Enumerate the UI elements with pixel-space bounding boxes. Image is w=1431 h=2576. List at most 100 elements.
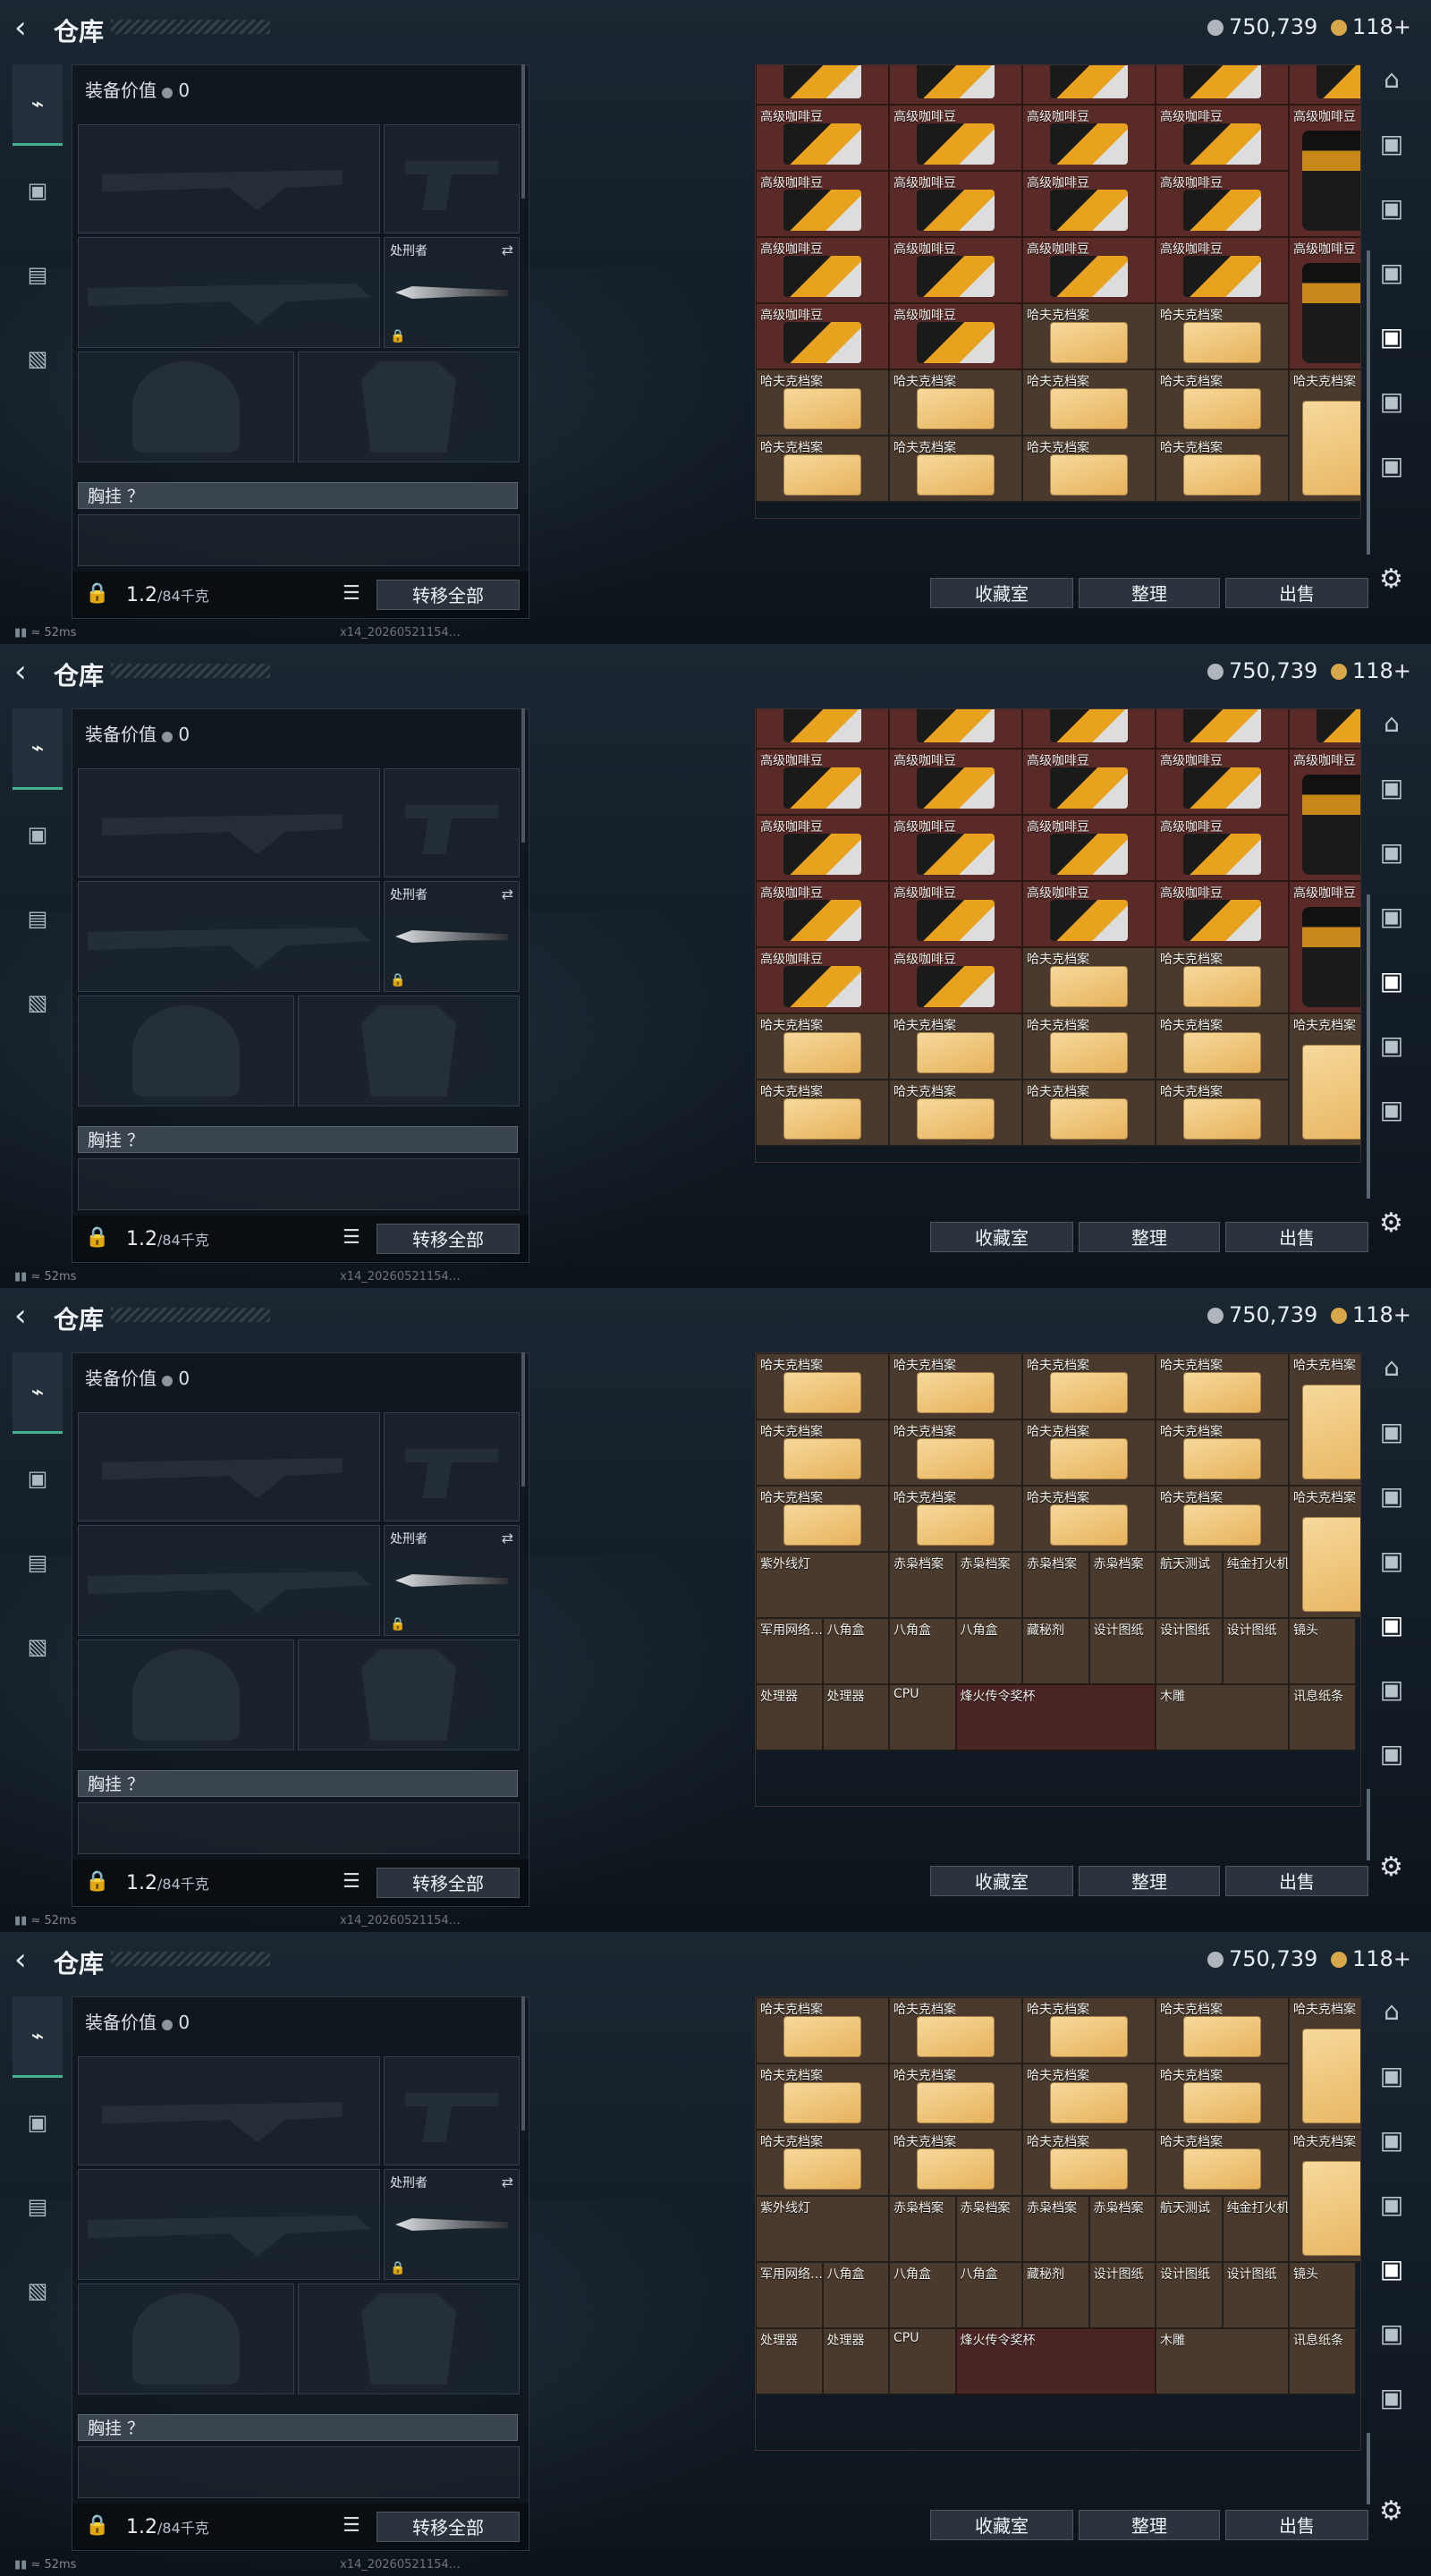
stash-item[interactable]: 高级咖啡豆 xyxy=(756,947,889,1013)
stash-scrollbar[interactable] xyxy=(1367,894,1370,1199)
stash-item[interactable]: 哈夫克档案 xyxy=(1156,1080,1289,1146)
container-icon[interactable]: ▣ xyxy=(1374,258,1410,288)
gear-icon[interactable]: ⚙ xyxy=(1379,1852,1403,1883)
primary-weapon-slot[interactable] xyxy=(78,1412,380,1521)
stash-item[interactable]: 高级咖啡豆 xyxy=(756,65,889,105)
tab-items[interactable]: ▤ xyxy=(13,235,63,314)
stash-item[interactable]: 哈夫克档案 xyxy=(1289,369,1360,502)
stash-item[interactable]: 哈夫克档案 xyxy=(1022,1080,1156,1146)
stash-scrollbar[interactable] xyxy=(1367,1789,1370,1860)
stash-item[interactable]: 哈夫克档案 xyxy=(1022,1353,1156,1419)
stash-item[interactable]: 处理器 xyxy=(756,1684,823,1750)
stash-item[interactable]: 高级咖啡豆 xyxy=(1156,749,1289,815)
stash-item[interactable]: 哈夫克档案 xyxy=(1022,947,1156,1013)
stash-item[interactable]: 处理器 xyxy=(822,1684,889,1750)
stash-item[interactable]: 哈夫克档案 xyxy=(756,1997,889,2063)
stash-item[interactable]: 八角盒 xyxy=(889,1618,956,1684)
stash-item[interactable]: 烽火传令奖杯 xyxy=(955,1684,1156,1750)
stash-item[interactable]: 高级咖啡豆 xyxy=(1022,105,1156,171)
tab-weapons[interactable]: ⌁ xyxy=(13,1352,63,1434)
armor-slot[interactable] xyxy=(298,1640,520,1750)
stash-item[interactable]: 哈夫克档案 xyxy=(1156,947,1289,1013)
stash-item[interactable]: 八角盒 xyxy=(822,2262,889,2328)
gear-icon[interactable]: ⚙ xyxy=(1379,1208,1403,1239)
stash-item[interactable]: 设计图纸 xyxy=(1088,2262,1156,2328)
swap-icon[interactable]: ⇄ xyxy=(502,242,513,258)
stash-item[interactable]: 紫外线灯 xyxy=(756,1552,889,1618)
gear-icon[interactable]: ⚙ xyxy=(1379,2496,1403,2527)
stash-item[interactable]: 纯金打火机 xyxy=(1222,2196,1289,2262)
stash-item[interactable]: 赤枭档案 xyxy=(889,2196,956,2262)
loadout-scrollbar[interactable] xyxy=(521,1996,525,2131)
tab-case[interactable]: ▧ xyxy=(13,963,63,1042)
stash-item[interactable]: CPU xyxy=(889,1684,956,1750)
container-icon[interactable]: ▣ xyxy=(1374,2061,1410,2091)
stash-item[interactable]: 航天测试 xyxy=(1156,2196,1223,2262)
loadout-scrollbar[interactable] xyxy=(521,708,525,843)
stash-item[interactable]: 哈夫克档案 xyxy=(1156,1419,1289,1486)
stash-item[interactable]: 设计图纸 xyxy=(1222,1618,1289,1684)
container-icon[interactable]: ▣ xyxy=(1374,1546,1410,1576)
stash-item[interactable]: 八角盒 xyxy=(955,2262,1022,2328)
container-icon[interactable]: ▣ xyxy=(1374,1417,1410,1447)
stash-item[interactable]: 镜头 xyxy=(1289,1618,1356,1684)
stash-item[interactable]: 哈夫克档案 xyxy=(756,1486,889,1552)
secondary-rifle-slot[interactable] xyxy=(78,881,380,992)
container-icon-selected[interactable]: ▣ xyxy=(1374,966,1410,996)
melee-slot[interactable]: 处刑者 ⇄ 🔒 xyxy=(384,1525,520,1636)
container-icon-selected[interactable]: ▣ xyxy=(1374,2254,1410,2284)
stash-item[interactable]: 哈夫克档案 xyxy=(889,369,1022,436)
stash-item[interactable]: 设计图纸 xyxy=(1088,1618,1156,1684)
stash-item[interactable]: 八角盒 xyxy=(955,1618,1022,1684)
stash-item[interactable]: 高级咖啡豆 xyxy=(1022,815,1156,881)
sort-button[interactable]: 整理 xyxy=(1079,1866,1220,1896)
stash-item[interactable]: 高级咖啡豆 xyxy=(889,65,1022,105)
stash-item[interactable]: 高级咖啡豆 xyxy=(756,171,889,237)
sell-button[interactable]: 出售 xyxy=(1225,1866,1368,1896)
stash-item[interactable]: 哈夫克档案 xyxy=(889,1080,1022,1146)
stash-item[interactable]: 赤枭档案 xyxy=(955,1552,1022,1618)
stash-item[interactable]: 哈夫克档案 xyxy=(756,369,889,436)
tab-weapons[interactable]: ⌁ xyxy=(13,708,63,790)
container-icon-selected[interactable]: ▣ xyxy=(1374,322,1410,352)
stash-item[interactable]: 八角盒 xyxy=(822,1618,889,1684)
stash-item[interactable]: 哈夫克档案 xyxy=(1156,369,1289,436)
loadout-scrollbar[interactable] xyxy=(521,64,525,199)
tab-armor[interactable]: ▣ xyxy=(13,2083,63,2162)
stash-scrollbar[interactable] xyxy=(1367,2433,1370,2504)
stash-item[interactable]: 哈夫克档案 xyxy=(1022,436,1156,502)
collection-room-button[interactable]: 收藏室 xyxy=(930,1222,1073,1252)
back-chevron-icon[interactable]: ‹ xyxy=(14,13,27,43)
stash-item[interactable]: 赤枭档案 xyxy=(955,2196,1022,2262)
stash-item[interactable]: 紫外线灯 xyxy=(756,2196,889,2262)
transfer-all-button[interactable]: 转移全部 xyxy=(377,580,520,610)
stash-item[interactable]: 高级咖啡豆 xyxy=(1022,749,1156,815)
stash-item[interactable]: 哈夫克档案 xyxy=(756,436,889,502)
chest-rig-slot[interactable]: 胸挂 ？ xyxy=(78,1126,518,1153)
container-icon[interactable]: ▣ xyxy=(1374,773,1410,803)
primary-weapon-slot[interactable] xyxy=(78,768,380,877)
container-icon[interactable]: ▣ xyxy=(1374,2318,1410,2349)
container-icon[interactable]: ▣ xyxy=(1374,837,1410,868)
stash-item[interactable]: 高级咖啡豆 xyxy=(1156,881,1289,947)
gear-icon[interactable]: ⚙ xyxy=(1379,564,1403,595)
stash-item[interactable]: 军用网络… xyxy=(756,2262,823,2328)
stash-item[interactable]: 哈夫克档案 xyxy=(1156,1997,1289,2063)
armor-slot[interactable] xyxy=(298,2284,520,2394)
collection-room-button[interactable]: 收藏室 xyxy=(930,578,1073,608)
stash-item[interactable]: 木雕 xyxy=(1156,1684,1289,1750)
tab-items[interactable]: ▤ xyxy=(13,2167,63,2246)
stash-item[interactable]: 高级咖啡豆 xyxy=(1156,815,1289,881)
primary-weapon-slot[interactable] xyxy=(78,2056,380,2165)
stash-item[interactable]: 高级咖啡豆 xyxy=(889,881,1022,947)
stash-item[interactable]: 哈夫克档案 xyxy=(1156,436,1289,502)
stash-item[interactable]: 哈夫克档案 xyxy=(1156,1013,1289,1080)
chest-rig-area[interactable] xyxy=(78,514,520,566)
list-icon[interactable]: ☰ xyxy=(343,1870,360,1893)
transfer-all-button[interactable]: 转移全部 xyxy=(377,2512,520,2542)
stash-item[interactable]: 高级咖啡豆 xyxy=(1022,171,1156,237)
stash-item[interactable]: 设计图纸 xyxy=(1222,2262,1289,2328)
lock-icon[interactable]: 🔒 xyxy=(85,582,109,605)
stash-item[interactable]: 设计图纸 xyxy=(1156,2262,1223,2328)
container-icon[interactable]: ▣ xyxy=(1374,1095,1410,1125)
